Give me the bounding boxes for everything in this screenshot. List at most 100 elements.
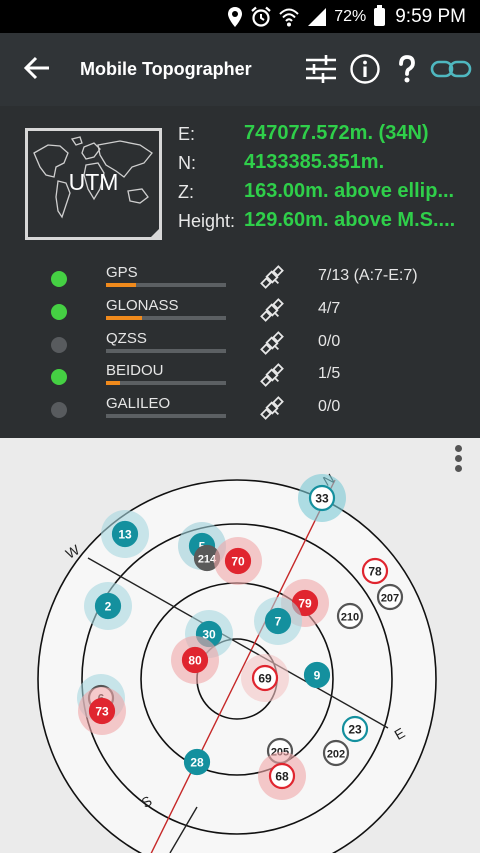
satellite-icon	[260, 363, 284, 387]
battery-icon	[374, 4, 386, 26]
satellite-icon	[260, 265, 284, 289]
satellite-marker[interactable]: 78	[361, 557, 389, 585]
signal-bar-fill	[106, 316, 142, 320]
satellite-icon	[260, 396, 284, 420]
utm-system-button[interactable]: UTM	[25, 128, 162, 240]
constellation-row-qzss[interactable]: QZSS 0/0	[0, 328, 480, 360]
constellation-name: GALILEO	[106, 395, 171, 412]
coord-value: 4133385.351m.	[244, 151, 385, 173]
satellite-id: 13	[118, 528, 132, 542]
constellation-row-glonass[interactable]: GLONASS 4/7	[0, 295, 480, 327]
status-dot	[51, 402, 67, 418]
help-button[interactable]	[389, 51, 425, 87]
coord-key: N:	[178, 153, 196, 173]
satellite-id: 70	[231, 555, 245, 569]
sky-plot[interactable]: NESW331352147078207279210307806996732320…	[0, 438, 480, 853]
satellite-marker[interactable]: 68	[258, 752, 306, 800]
constellation-name: GPS	[106, 264, 138, 281]
satellite-count: 7/13 (A:7-E:7)	[318, 267, 418, 284]
overflow-dot	[454, 445, 462, 452]
satellite-marker[interactable]: 70	[214, 537, 262, 585]
satellite-marker[interactable]: 207	[376, 583, 404, 611]
status-dot	[51, 304, 67, 320]
settings-sliders-icon	[306, 55, 336, 83]
coordinates-panel: UTM E: 747077.572m. (34N) N: 4133385.351…	[0, 106, 480, 438]
satellite-marker[interactable]: 73	[78, 687, 126, 735]
coord-key: Z:	[178, 182, 194, 202]
info-button[interactable]	[347, 51, 383, 87]
signal-bar	[106, 283, 226, 287]
satellite-id: 202	[327, 749, 345, 761]
satellite-marker[interactable]: 69	[241, 654, 289, 702]
satellite-id: 79	[298, 597, 312, 611]
satellite-id: 7	[275, 615, 282, 629]
satellite-id: 33	[315, 492, 329, 506]
satellite-count: 0/0	[318, 398, 341, 415]
elevation-ring	[37, 479, 437, 853]
wifi-icon	[279, 8, 299, 26]
connect-button[interactable]	[430, 51, 472, 87]
satellite-id: 23	[348, 723, 362, 737]
back-button[interactable]	[22, 53, 56, 87]
status-bar: 72% 9:59 PM	[0, 0, 480, 33]
arrow-back-icon	[23, 56, 49, 80]
overflow-dot	[454, 465, 462, 472]
clock: 9:59 PM	[395, 5, 466, 27]
connect-link-icon	[430, 60, 472, 78]
app-title: Mobile Topographer	[80, 59, 252, 79]
satellite-id: 9	[314, 669, 321, 683]
constellation-row-beidou[interactable]: BEIDOU 1/5	[0, 360, 480, 392]
satellite-id: 28	[190, 756, 204, 770]
dropdown-corner-icon	[148, 226, 162, 240]
signal-bar	[106, 349, 226, 353]
satellite-id: 69	[258, 672, 272, 686]
constellation-row-gps[interactable]: GPS 7/13 (A:7-E:7)	[0, 262, 480, 294]
satellite-marker[interactable]: 33	[298, 474, 346, 522]
satellite-marker[interactable]: 9	[303, 661, 331, 689]
satellite-count: 0/0	[318, 333, 341, 350]
satellite-marker[interactable]: 210	[336, 602, 364, 630]
satellite-icon	[260, 331, 284, 355]
signal-bar-fill	[106, 381, 121, 385]
satellite-marker[interactable]: 23	[341, 715, 369, 743]
satellite-marker[interactable]: 202	[322, 739, 350, 767]
status-dot	[51, 369, 67, 385]
satellite-id: 210	[341, 612, 359, 624]
satellite-id: 207	[381, 593, 399, 605]
constellation-name: BEIDOU	[106, 362, 164, 379]
coordinate-system-label: UTM	[68, 169, 119, 195]
satellite-id: 73	[95, 705, 109, 719]
constellation-row-galileo[interactable]: GALILEO 0/0	[0, 393, 480, 425]
satellite-icon	[260, 298, 284, 322]
satellite-id: 78	[368, 565, 382, 579]
signal-bar-fill	[106, 283, 136, 287]
satellite-marker[interactable]: 2	[84, 582, 132, 630]
signal-bar	[106, 381, 226, 385]
coord-key: Height:	[178, 211, 236, 231]
settings-button[interactable]	[303, 51, 339, 87]
overflow-menu-button[interactable]	[448, 442, 468, 478]
satellite-id: 68	[275, 770, 289, 784]
coord-value: 129.60m. above M.S....	[244, 209, 456, 231]
satellite-marker[interactable]: 7	[254, 597, 302, 645]
sky-plot-canvas[interactable]: NESW331352147078207279210307806996732320…	[0, 438, 480, 853]
coord-value: 163.00m. above ellip...	[244, 180, 455, 202]
alarm-icon	[251, 6, 271, 27]
satellite-count: 1/5	[318, 365, 341, 382]
satellite-marker[interactable]: 13	[101, 510, 149, 558]
battery-percent: 72%	[334, 7, 367, 25]
signal-bar	[106, 316, 226, 320]
satellite-marker[interactable]: 28	[183, 748, 211, 776]
satellite-id: 80	[188, 654, 202, 668]
status-icons: 72% 9:59 PM	[226, 0, 466, 33]
satellite-marker[interactable]: 80	[171, 636, 219, 684]
location-icon	[228, 6, 243, 27]
status-dot	[51, 337, 67, 353]
app-bar: Mobile Topographer	[0, 33, 480, 106]
constellation-name: QZSS	[106, 330, 147, 347]
coord-key: E:	[178, 124, 196, 144]
overflow-dot	[454, 455, 462, 462]
coord-value: 747077.572m. (34N)	[244, 122, 429, 144]
signal-icon	[308, 7, 327, 26]
satellite-id: 2	[105, 600, 112, 614]
